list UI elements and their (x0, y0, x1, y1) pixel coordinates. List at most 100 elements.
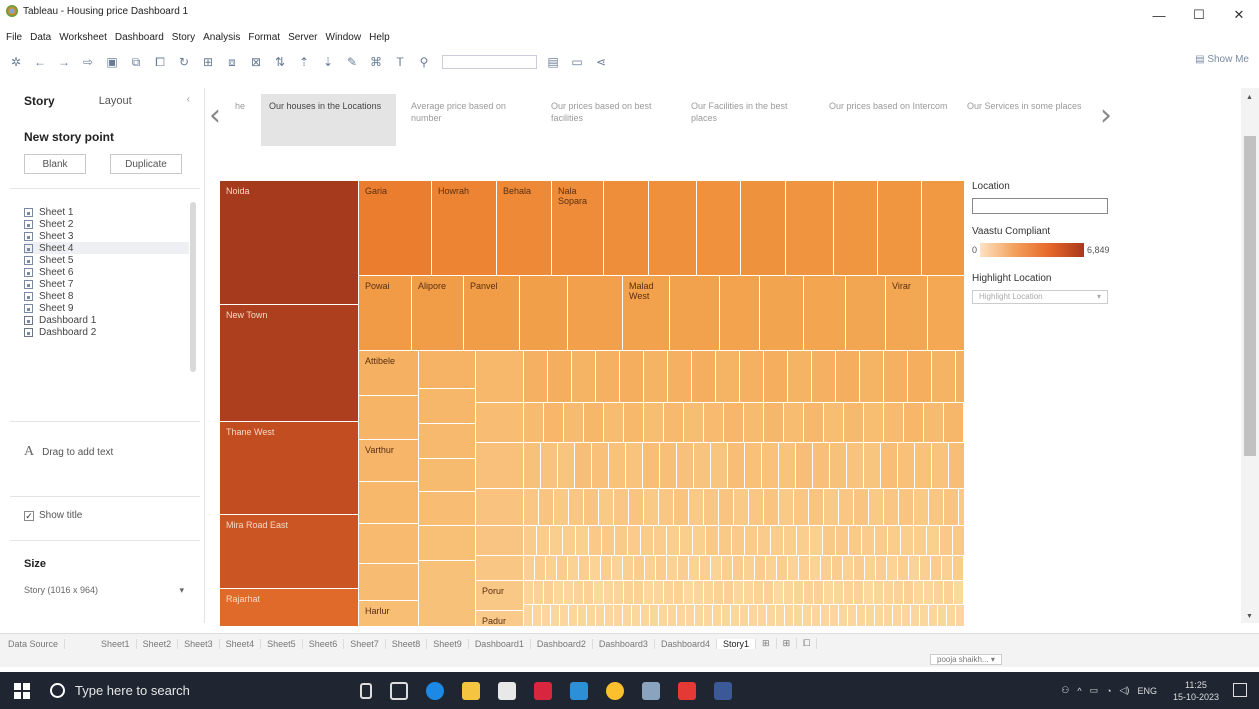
tab-sheet1[interactable]: Sheet1 (95, 638, 137, 649)
treemap-cell[interactable] (684, 403, 704, 443)
treemap-cell[interactable] (928, 276, 965, 351)
treemap-cell[interactable] (534, 581, 544, 605)
treemap-cell[interactable] (722, 556, 733, 581)
treemap-cell[interactable]: Noida (220, 181, 359, 305)
mail-icon[interactable] (570, 681, 588, 700)
treemap-cell[interactable]: Rajarhat (220, 589, 359, 627)
list-item[interactable]: Sheet 8 (24, 290, 189, 302)
treemap-cell[interactable] (359, 396, 419, 440)
treemap-cell[interactable] (476, 443, 524, 489)
treemap-cell[interactable] (694, 443, 711, 489)
treemap-cell[interactable] (854, 489, 869, 526)
treemap-cell[interactable] (692, 351, 716, 403)
treemap-cell[interactable] (644, 581, 654, 605)
edge-browser-icon[interactable] (426, 681, 444, 700)
treemap-cell[interactable]: New Town (220, 305, 359, 422)
menu-story[interactable]: Story (172, 32, 195, 48)
tab-sheet9[interactable]: Sheet9 (427, 638, 469, 649)
treemap-cell[interactable] (956, 351, 965, 403)
treemap-cell[interactable] (834, 581, 844, 605)
treemap-cell[interactable] (554, 581, 564, 605)
treemap-cell[interactable] (915, 443, 932, 489)
treemap-cell[interactable] (944, 489, 959, 526)
treemap-cell[interactable] (670, 276, 720, 351)
menu-server[interactable]: Server (288, 32, 317, 48)
treemap-cell[interactable] (678, 556, 689, 581)
treemap-cell[interactable] (754, 581, 764, 605)
treemap-cell[interactable] (589, 526, 602, 556)
anydesk-icon[interactable] (534, 681, 552, 700)
treemap-cell[interactable] (733, 556, 744, 581)
treemap-cell[interactable] (878, 181, 922, 276)
treemap-cell[interactable] (537, 526, 550, 556)
tab-layout[interactable]: Layout (99, 95, 132, 107)
mic-icon[interactable] (360, 682, 372, 699)
treemap-cell[interactable] (359, 564, 419, 601)
treemap-cell[interactable] (734, 581, 744, 605)
treemap-cell[interactable] (629, 489, 644, 526)
treemap-cell[interactable] (602, 526, 615, 556)
tab-story1[interactable]: Story1 (717, 638, 757, 649)
treemap-cell[interactable] (664, 581, 674, 605)
story-point-3[interactable]: Our prices based on best facilities (543, 94, 678, 146)
story-point-4[interactable]: Our Facilities in the best places (683, 94, 818, 146)
forward-arrow-icon[interactable]: → (56, 55, 72, 69)
tableau-taskbar-icon[interactable] (642, 681, 660, 700)
treemap-cell[interactable] (572, 351, 596, 403)
treemap-cell[interactable] (860, 351, 884, 403)
new-worksheet-icon[interactable]: ⊞ (200, 55, 216, 69)
treemap-cell[interactable] (700, 556, 711, 581)
treemap-cell[interactable] (524, 489, 539, 526)
treemap-cell[interactable] (677, 605, 686, 627)
highlight-location-dropdown[interactable]: Highlight Location ▾ (972, 290, 1108, 304)
treemap-cell[interactable] (533, 605, 542, 627)
treemap-cell[interactable] (956, 605, 965, 627)
treemap-cell[interactable] (869, 489, 884, 526)
scroll-down-icon[interactable]: ▼ (1246, 613, 1253, 620)
treemap-cell[interactable] (594, 581, 604, 605)
treemap-cell[interactable] (668, 605, 677, 627)
treemap-cell[interactable] (660, 443, 677, 489)
clock[interactable]: 11:25 15-10-2023 (1165, 679, 1219, 703)
treemap-cell[interactable] (788, 351, 812, 403)
treemap-cell[interactable] (924, 403, 944, 443)
treemap-cell[interactable] (774, 581, 784, 605)
minimize-button[interactable]: — (1139, 0, 1179, 30)
treemap-cell[interactable] (929, 605, 938, 627)
treemap-cell[interactable] (615, 526, 628, 556)
drag-to-add-text[interactable]: A Drag to add text (24, 444, 113, 460)
treemap-cell[interactable] (786, 181, 834, 276)
menu-file[interactable]: File (6, 32, 22, 48)
treemap-cell[interactable]: Powai (359, 276, 412, 351)
treemap-cell[interactable] (704, 489, 719, 526)
treemap-cell[interactable] (713, 605, 722, 627)
next-story-point-icon[interactable]: › (1100, 98, 1112, 133)
treemap-cell[interactable] (887, 556, 898, 581)
duplicate-icon[interactable]: ⧈ (224, 55, 240, 69)
treemap-cell[interactable] (938, 605, 947, 627)
treemap-cell[interactable] (884, 605, 893, 627)
treemap-cell[interactable] (656, 556, 667, 581)
data-source-icon[interactable]: ⇨ (80, 55, 96, 69)
treemap-cell[interactable]: Behala (497, 181, 552, 276)
treemap-cell[interactable] (745, 526, 758, 556)
treemap-cell[interactable] (544, 403, 564, 443)
menu-dashboard[interactable]: Dashboard (115, 32, 164, 48)
treemap-cell[interactable] (866, 605, 875, 627)
group-icon[interactable]: ⌘ (368, 55, 384, 69)
treemap-cell[interactable] (693, 526, 706, 556)
treemap-cell[interactable] (419, 526, 476, 561)
tab-data-source[interactable]: Data Source (0, 638, 66, 649)
vertical-scrollbar[interactable]: ▲ ▼ (1241, 88, 1259, 623)
list-item[interactable]: Sheet 4 (24, 242, 189, 254)
treemap-cell[interactable] (720, 276, 760, 351)
treemap-cell[interactable] (641, 605, 650, 627)
treemap-cell[interactable] (824, 581, 834, 605)
treemap-cell[interactable] (732, 526, 745, 556)
treemap-cell[interactable] (839, 605, 848, 627)
list-item[interactable]: Sheet 6 (24, 266, 189, 278)
treemap-cell[interactable] (677, 443, 694, 489)
swap-icon[interactable]: ⇅ (272, 55, 288, 69)
treemap-cell[interactable] (884, 403, 904, 443)
treemap-cell[interactable] (821, 556, 832, 581)
